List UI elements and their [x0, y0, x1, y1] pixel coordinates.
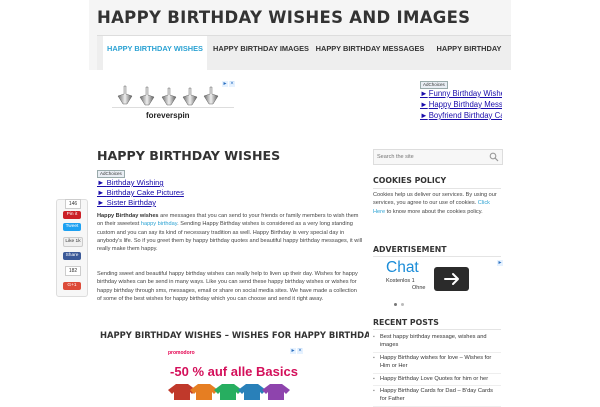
arrow-right-icon: [444, 273, 459, 285]
carousel-dots: [394, 293, 408, 311]
ad-close-icon[interactable]: ▸: [222, 81, 228, 87]
search-form: [373, 149, 503, 165]
page-title: HAPPY BIRTHDAY WISHES: [97, 148, 281, 163]
gplus-button[interactable]: G+1: [63, 282, 81, 290]
like-button[interactable]: Like 1k: [63, 237, 83, 247]
promo-text: -50 % auf alle Basics: [170, 364, 298, 379]
promo-brand: promodoro: [168, 350, 195, 356]
carousel-dot[interactable]: [401, 303, 404, 306]
top-ad-links: ►Funny Birthday Wishes ►Happy Birthday M…: [420, 88, 502, 121]
second-paragraph: Sending sweet and beautiful happy birthd…: [97, 271, 358, 302]
share-bar: 146 Pin it Tweet Like 1k Share 182 G+1: [56, 199, 88, 297]
foreverspin-ad[interactable]: foreverspin: [110, 80, 238, 126]
search-input[interactable]: [377, 151, 477, 162]
chat-ad-button[interactable]: [434, 267, 469, 291]
promo-info-icon[interactable]: ▸: [290, 348, 296, 354]
ad-link-birthday-wishing[interactable]: ► Birthday Wishing: [97, 178, 184, 188]
promo-close-icon[interactable]: ×: [297, 348, 303, 354]
carousel-dot-active[interactable]: [394, 303, 397, 306]
chat-ad-info-icon[interactable]: ▸: [497, 260, 503, 266]
chat-ad-headline: Chat: [386, 259, 419, 276]
ad-link-boyfriend-card[interactable]: ►Boyfriend Birthday Card: [420, 110, 502, 121]
advertisement-divider: [373, 256, 501, 257]
happy-birthday-link[interactable]: happy birthday: [141, 221, 177, 227]
promo-ad[interactable]: promodoro -50 % auf alle Basics ▸ ×: [166, 347, 304, 400]
advertisement-widget-title: ADVERTISEMENT: [373, 245, 447, 254]
search-icon[interactable]: [489, 152, 499, 162]
tweet-button[interactable]: Tweet: [63, 223, 81, 231]
main-nav: HAPPY BIRTHDAY WISHES HAPPY BIRTHDAY IMA…: [97, 35, 511, 70]
share-total-count: 146: [65, 199, 81, 209]
adchoices-label-content[interactable]: AdChoices: [97, 170, 125, 178]
recent-post-item[interactable]: Happy Birthday Love Quotes for him or he…: [373, 374, 501, 387]
spinning-tops-image: foreverspin: [112, 85, 234, 120]
nav-item-birthday-wishes[interactable]: HAPPY BIRTHDAY WISHES: [103, 36, 207, 70]
facebook-share-button[interactable]: Share: [63, 252, 81, 260]
recent-posts-list: Best happy birthday message, wishes and …: [373, 332, 501, 407]
recent-post-item[interactable]: Happy Birthday Cards for Dad – B'day Car…: [373, 386, 501, 407]
tshirts-image: [168, 384, 290, 400]
chat-ad-subtext: Kostenlos 1 Ohne: [386, 278, 426, 291]
content-ad-links: ► Birthday Wishing ► Birthday Cake Pictu…: [97, 178, 184, 208]
ad-link-sister-birthday[interactable]: ► Sister Birthday: [97, 198, 184, 208]
ad-link-birthday-messages[interactable]: ►Happy Birthday Messages: [420, 99, 502, 110]
nav-item-birthday-messages[interactable]: HAPPY BIRTHDAY MESSAGES: [315, 36, 425, 70]
nav-item-birthday-images[interactable]: HAPPY BIRTHDAY IMAGES: [210, 36, 312, 70]
recent-posts-title: RECENT POSTS: [373, 318, 439, 327]
intro-bold: Happy Birthday wishes: [97, 213, 159, 219]
cookies-divider: [373, 188, 501, 189]
recent-post-item[interactable]: Happy Birthday wishes for love – Wishes …: [373, 353, 501, 374]
intro-paragraph: Happy Birthday wishes are messages that …: [97, 212, 363, 253]
cookies-widget-title: COOKIES POLICY: [373, 176, 447, 185]
ad-link-funny-wishes[interactable]: ►Funny Birthday Wishes: [420, 88, 502, 99]
facebook-share-count: 182: [65, 266, 81, 276]
recent-posts-divider: [373, 329, 501, 330]
pinterest-button[interactable]: Pin it: [63, 211, 81, 219]
ad-brand-text: foreverspin: [146, 111, 190, 120]
ad-link-cake-pictures[interactable]: ► Birthday Cake Pictures: [97, 188, 184, 198]
section-subheading: HAPPY BIRTHDAY WISHES – WISHES FOR HAPPY…: [100, 330, 376, 340]
site-title[interactable]: HAPPY BIRTHDAY WISHES AND IMAGES: [97, 8, 470, 27]
recent-post-item[interactable]: Best happy birthday message, wishes and …: [373, 332, 501, 353]
ad-info-icon[interactable]: ×: [229, 81, 235, 87]
nav-item-birthday[interactable]: HAPPY BIRTHDAY: [433, 36, 505, 70]
cookies-text: Cookies help us deliver our services. By…: [373, 192, 497, 215]
